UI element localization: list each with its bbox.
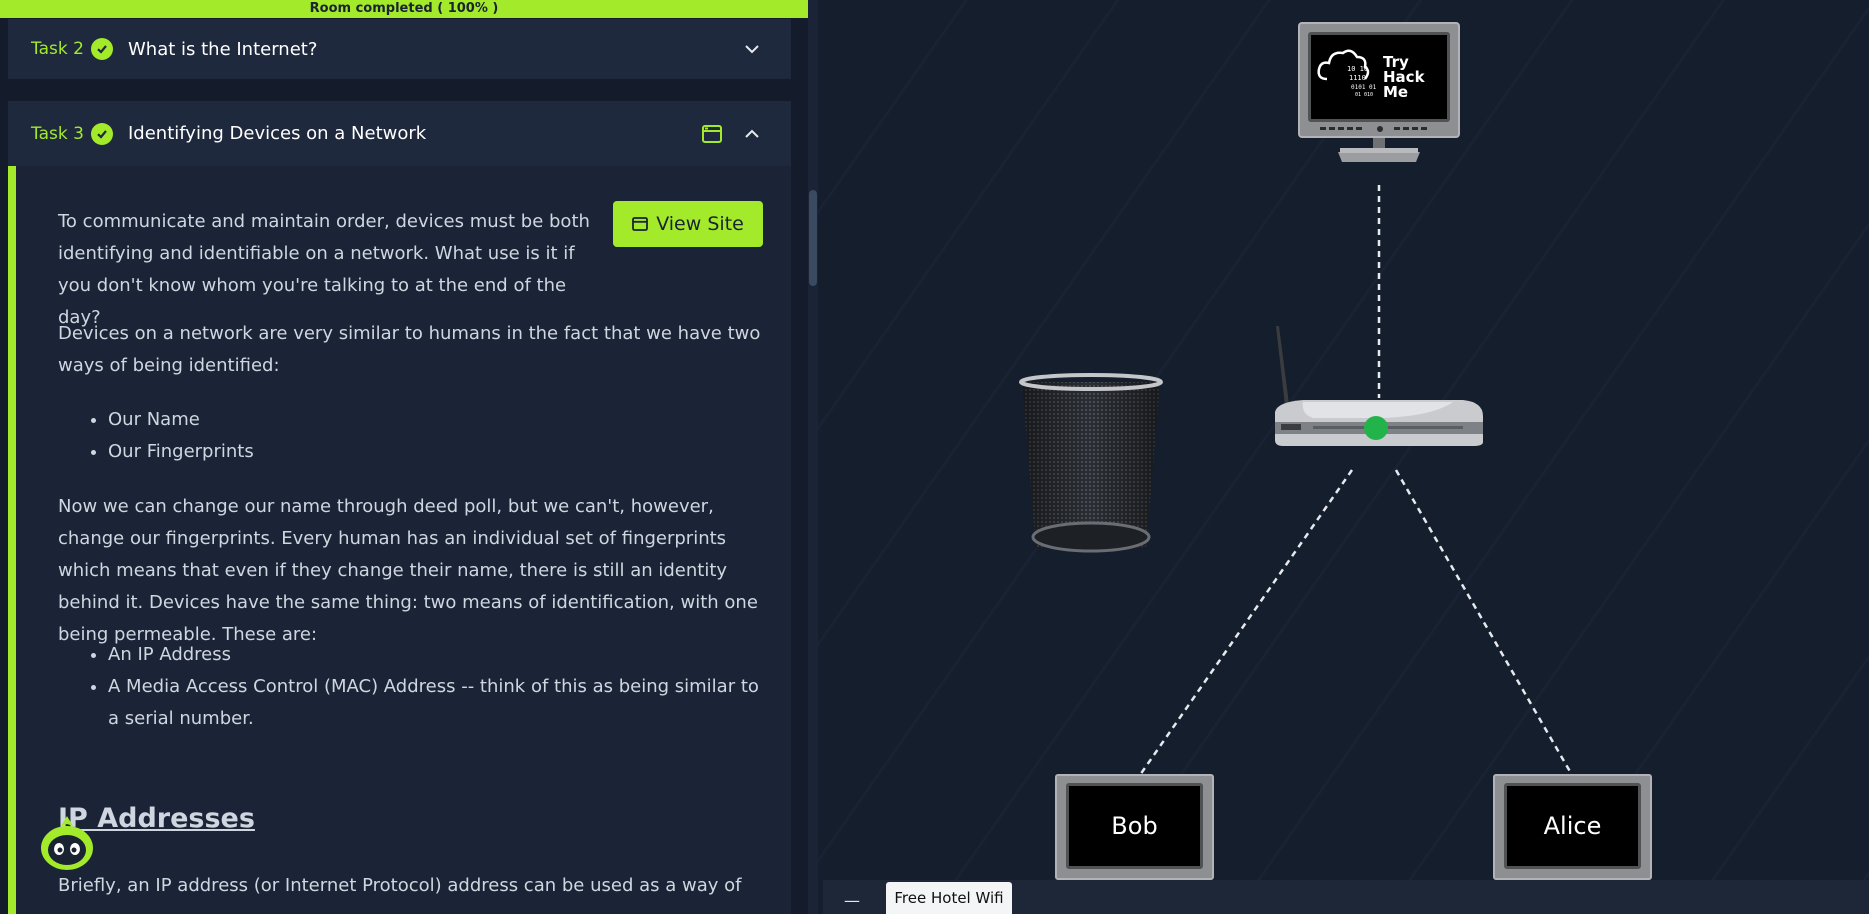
- task-title: What is the Internet?: [128, 38, 318, 60]
- task-3-header[interactable]: Task 3 Identifying Devices on a Network: [8, 101, 791, 166]
- list-item: An IP Address: [108, 639, 770, 671]
- minimize-button[interactable]: —: [838, 890, 866, 910]
- link-router-bob: [1138, 469, 1354, 776]
- task-number: Task 3: [31, 123, 84, 144]
- tryhackme-mascot-icon[interactable]: [36, 812, 98, 874]
- monitor-stand: [1338, 138, 1420, 162]
- chevron-down-icon[interactable]: [741, 38, 763, 60]
- task-3-content: To communicate and maintain order, devic…: [8, 166, 791, 914]
- network-simulation: 10 10 1110 0101 01 01 010 Try Hack Me Bo…: [818, 0, 1869, 914]
- task-2-header[interactable]: Task 2 What is the Internet?: [8, 19, 791, 79]
- tryhackme-logo-icon: 10 10 1110 0101 01 01 010 Try Hack Me: [1317, 49, 1426, 101]
- check-circle-icon: [91, 122, 113, 145]
- paragraph: Now we can change our name through deed …: [58, 496, 758, 645]
- monitor-frame: Bob: [1055, 774, 1214, 880]
- logo-binary: 10 10: [1347, 65, 1368, 73]
- room-progress-bar: Room completed ( 100% ): [0, 0, 808, 18]
- view-site-button[interactable]: View Site: [613, 201, 763, 247]
- view-site-label: View Site: [656, 213, 744, 235]
- host-bob[interactable]: Bob: [1055, 774, 1214, 880]
- paragraph: Devices on a network are very similar to…: [58, 323, 761, 376]
- router[interactable]: [1273, 322, 1485, 450]
- trash-bin-icon[interactable]: [1016, 372, 1166, 562]
- scrollbar[interactable]: [808, 0, 818, 914]
- host-alice[interactable]: Alice: [1493, 774, 1652, 880]
- task-title: Identifying Devices on a Network: [128, 123, 427, 144]
- chevron-up-icon[interactable]: [741, 123, 763, 145]
- paragraph: To communicate and maintain order, devic…: [58, 211, 590, 328]
- section-heading: IP Addresses: [58, 803, 255, 834]
- router-status-light: [1364, 416, 1388, 440]
- list-item: Our Fingerprints: [108, 436, 770, 468]
- logo-word: Me: [1383, 83, 1408, 101]
- monitor-frame: Alice: [1493, 774, 1652, 880]
- identifier-list: Our Name Our Fingerprints: [58, 404, 770, 468]
- logo-binary: 1110: [1349, 74, 1366, 82]
- paragraph: Briefly, an IP address (or Internet Prot…: [58, 875, 742, 896]
- scrollbar-thumb[interactable]: [809, 190, 817, 286]
- list-item: Our Name: [108, 404, 770, 436]
- logo-binary: 01 010: [1355, 92, 1373, 98]
- list-item: A Media Access Control (MAC) Address -- …: [108, 671, 770, 735]
- logo-binary: 0101 01: [1351, 84, 1377, 91]
- tab-free-hotel-wifi[interactable]: Free Hotel Wifi: [886, 882, 1012, 914]
- check-circle-icon: [91, 38, 113, 60]
- host-label: Alice: [1504, 783, 1641, 869]
- link-router-alice: [1394, 469, 1574, 776]
- server-screen: 10 10 1110 0101 01 01 010 Try Hack Me: [1308, 32, 1450, 122]
- task-number: Task 2: [31, 39, 84, 59]
- identification-list: An IP Address A Media Access Control (MA…: [58, 639, 770, 735]
- tryhackme-server[interactable]: 10 10 1110 0101 01 01 010 Try Hack Me: [1298, 22, 1460, 164]
- task-panel: Room completed ( 100% ) Task 2 What is t…: [0, 0, 808, 914]
- minimize-icon: —: [844, 890, 860, 910]
- browser-window-icon: [632, 217, 649, 231]
- monitor-frame: 10 10 1110 0101 01 01 010 Try Hack Me: [1298, 22, 1460, 138]
- browser-window-icon[interactable]: [701, 123, 723, 145]
- host-label: Bob: [1066, 783, 1203, 869]
- monitor-controls: [1320, 126, 1427, 132]
